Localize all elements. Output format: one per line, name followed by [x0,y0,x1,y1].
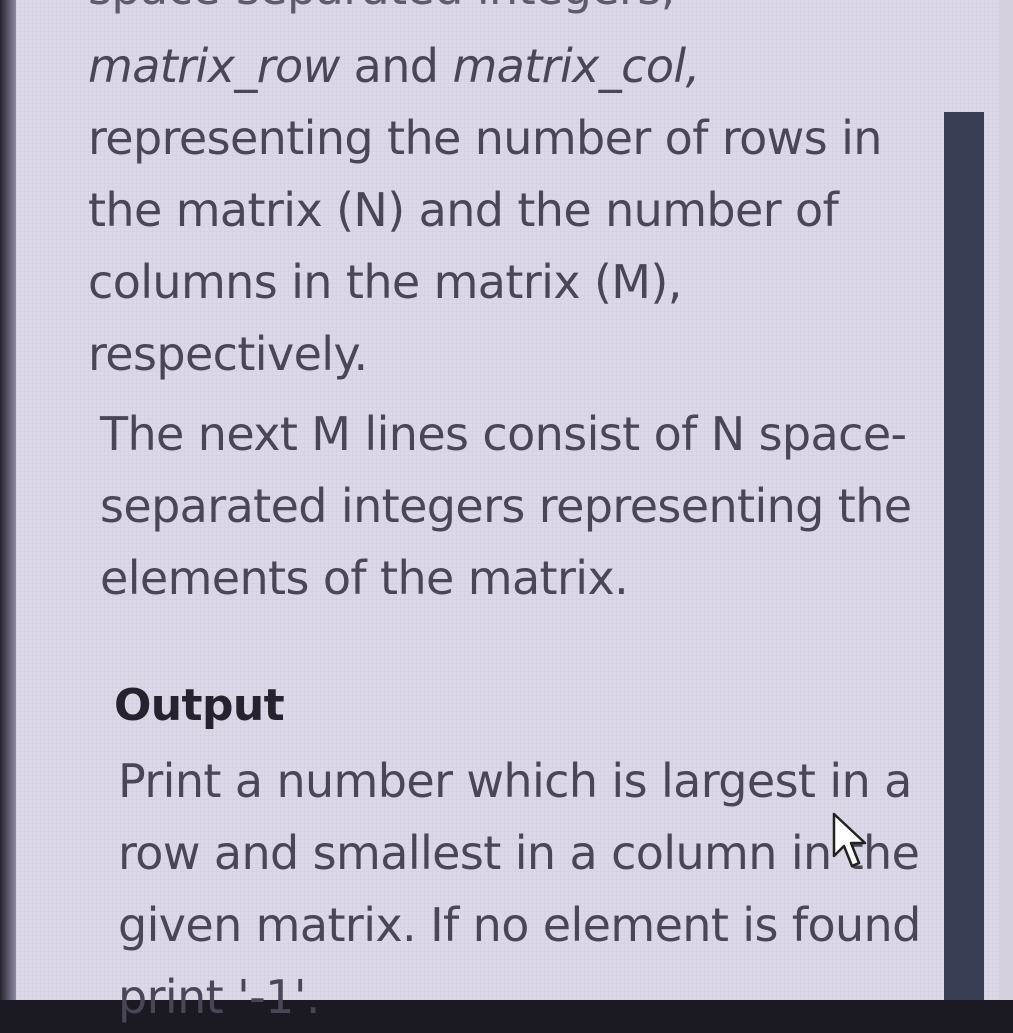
text-line: representing the number of rows in [88,111,882,165]
variables-line: matrix_row and matrix_col, [88,30,888,102]
text-line: row and smallest in a column in the [118,826,920,880]
text-line: separated integers representing the [100,479,912,533]
screen: space-separated integers, matrix_row and… [0,0,1013,1024]
right-panel-edge [998,0,1013,1000]
clipped-top-line: space-separated integers, [88,0,675,24]
text-line: The next M lines consist of N space- [100,407,907,461]
text-line: Print a number which is largest in a [118,754,912,808]
text-line: the matrix (N) and the number of [88,183,839,237]
text-line: given matrix. If no element is found [118,898,921,952]
vertical-scrollbar[interactable] [944,112,984,1000]
left-bezel [0,0,16,1000]
and-word: and [339,39,453,93]
text-line: respectively. [88,327,368,381]
input-description-paragraph: matrix_row and matrix_col, representing … [88,30,888,390]
text-line: elements of the matrix. [100,551,629,605]
text-line: columns in the matrix (M), [88,255,682,309]
mouse-pointer-icon [832,812,867,868]
matrix-lines-paragraph: The next M lines consist of N space- sep… [100,398,912,614]
problem-description: space-separated integers, matrix_row and… [88,0,921,1024]
var-matrix-row: matrix_row [88,39,340,93]
output-heading: Output [114,680,285,731]
var-matrix-col: matrix_col, [452,39,700,93]
text-line: print '-1'. [118,970,320,1024]
output-description-paragraph: Print a number which is largest in a row… [118,745,921,1033]
